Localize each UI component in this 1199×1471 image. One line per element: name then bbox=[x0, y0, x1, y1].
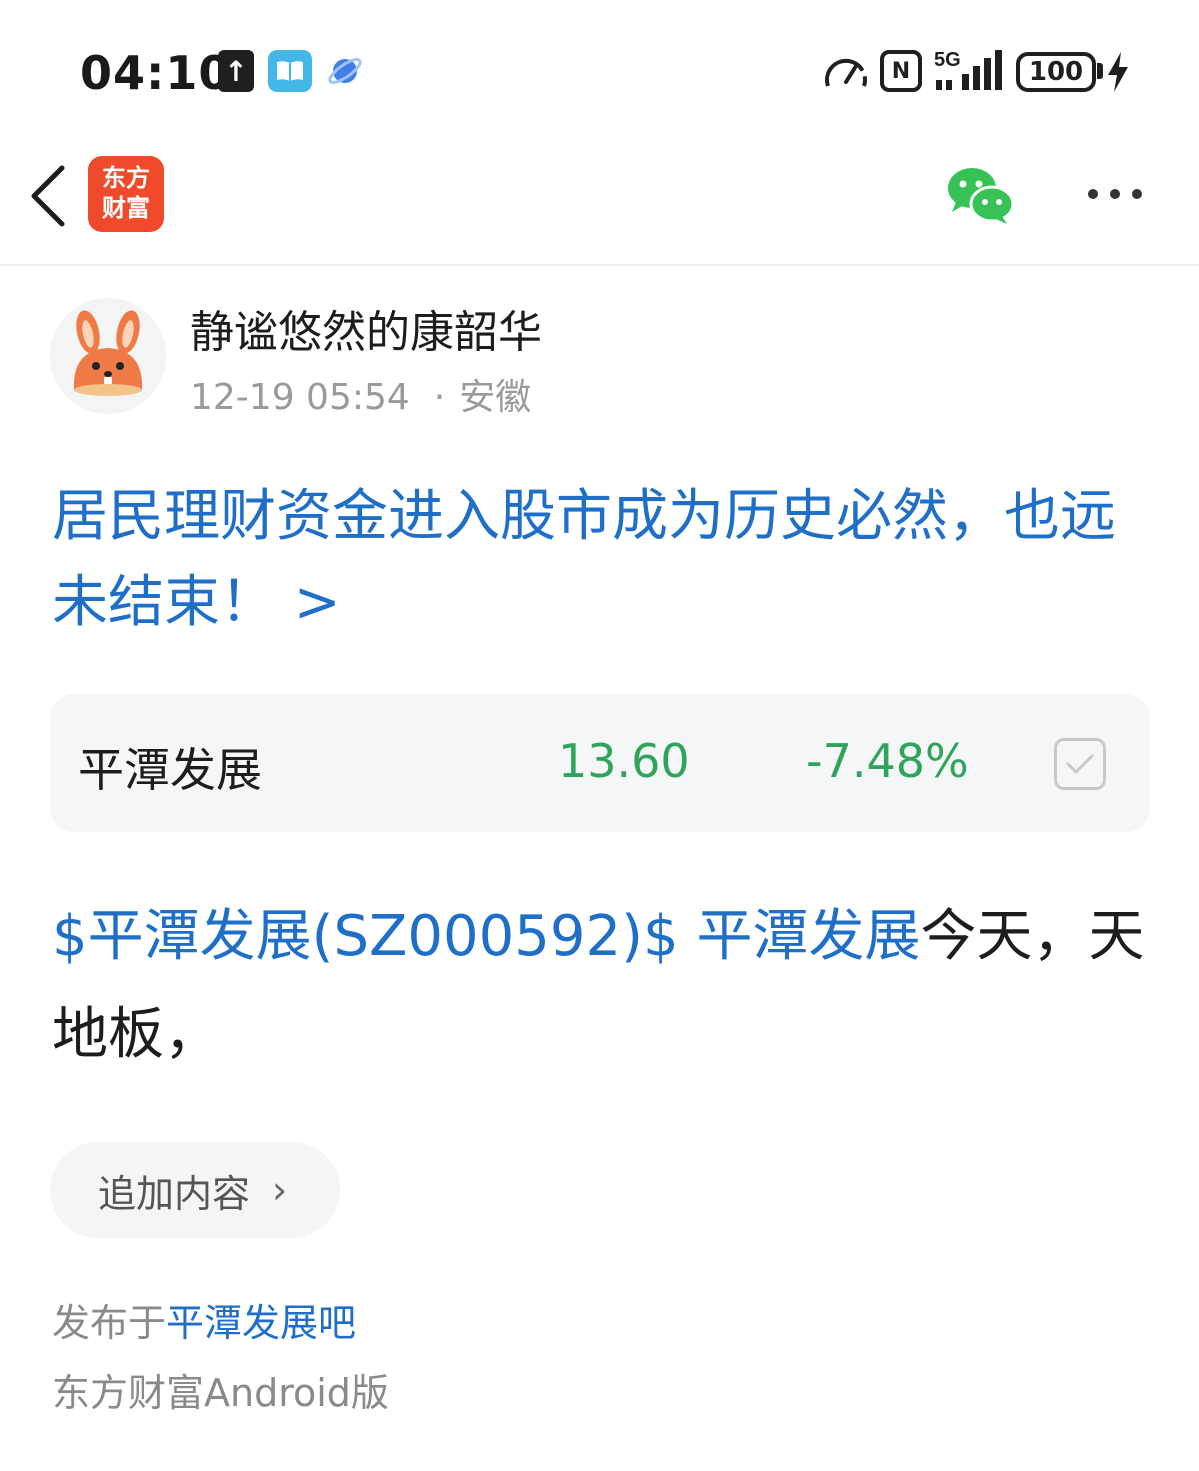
append-content-button[interactable]: 追加内容 › bbox=[50, 1142, 340, 1238]
stock-tag-link[interactable]: $平潭发展(SZ000592)$ 平潭发展 bbox=[52, 904, 920, 969]
add-watchlist-checkbox[interactable] bbox=[1054, 738, 1106, 790]
battery-cap bbox=[1097, 63, 1103, 79]
chevron-left-icon bbox=[31, 165, 65, 227]
more-dot bbox=[1088, 189, 1098, 199]
logo-line-1: 东方 bbox=[102, 164, 150, 192]
top-nav: 东方 财富 bbox=[0, 140, 1199, 266]
published-prefix: 发布于 bbox=[52, 1301, 167, 1345]
post-title-link[interactable]: 居民理财资金进入股市成为历史必然，也远未结束！ > bbox=[52, 474, 1162, 646]
stock-price: 13.60 bbox=[558, 734, 690, 788]
meta-separator: · bbox=[433, 377, 446, 418]
post-detail-page: 04:10 ↑ N 5G 100 东方 财富 静谧悠然的康韶华 12-19 05… bbox=[0, 0, 1199, 1471]
signal-icon: 5G bbox=[932, 46, 1004, 94]
status-time: 04:10 bbox=[80, 46, 232, 100]
app-logo[interactable]: 东方 财富 bbox=[88, 156, 164, 232]
nfc-icon: N bbox=[880, 50, 922, 92]
forum-link[interactable]: 平潭发展吧 bbox=[166, 1301, 356, 1345]
more-dot bbox=[1132, 189, 1142, 199]
svg-text:5G: 5G bbox=[934, 49, 961, 71]
client-source: 东方财富Android版 bbox=[52, 1371, 389, 1415]
battery-icon: 100 bbox=[1016, 52, 1096, 92]
charging-bolt-icon bbox=[1104, 50, 1132, 94]
rabbit-avatar-icon bbox=[73, 310, 143, 396]
more-dot bbox=[1110, 189, 1120, 199]
back-button[interactable] bbox=[20, 158, 76, 234]
checkmark-icon bbox=[1066, 754, 1094, 774]
wechat-share-button[interactable] bbox=[944, 164, 1016, 226]
status-bar: 04:10 ↑ N 5G 100 bbox=[0, 0, 1199, 140]
speed-icon bbox=[822, 52, 870, 92]
stock-name: 平潭发展 bbox=[78, 743, 262, 797]
book-icon bbox=[268, 50, 312, 92]
wechat-icon bbox=[948, 168, 1015, 224]
post-date: 12-19 05:54 bbox=[190, 377, 410, 418]
stock-card[interactable]: 平潭发展 13.60 -7.48% bbox=[50, 694, 1150, 832]
upload-icon: ↑ bbox=[218, 50, 254, 92]
post-body: $平潭发展(SZ000592)$ 平潭发展今天，天地板， bbox=[52, 888, 1162, 1084]
append-content-label: 追加内容 bbox=[98, 1171, 251, 1216]
author-avatar[interactable] bbox=[50, 298, 166, 414]
published-in: 发布于平潭发展吧 bbox=[52, 1292, 356, 1347]
post-meta: 12-19 05:54 · 安徽 bbox=[190, 368, 531, 420]
stock-change: -7.48% bbox=[806, 734, 969, 788]
post-location: 安徽 bbox=[459, 377, 532, 418]
more-options-button[interactable] bbox=[1082, 172, 1148, 216]
planet-icon bbox=[326, 52, 364, 90]
chevron-right-icon: › bbox=[272, 1168, 288, 1212]
author-name[interactable]: 静谧悠然的康韶华 bbox=[190, 296, 542, 360]
logo-line-2: 财富 bbox=[102, 194, 150, 222]
